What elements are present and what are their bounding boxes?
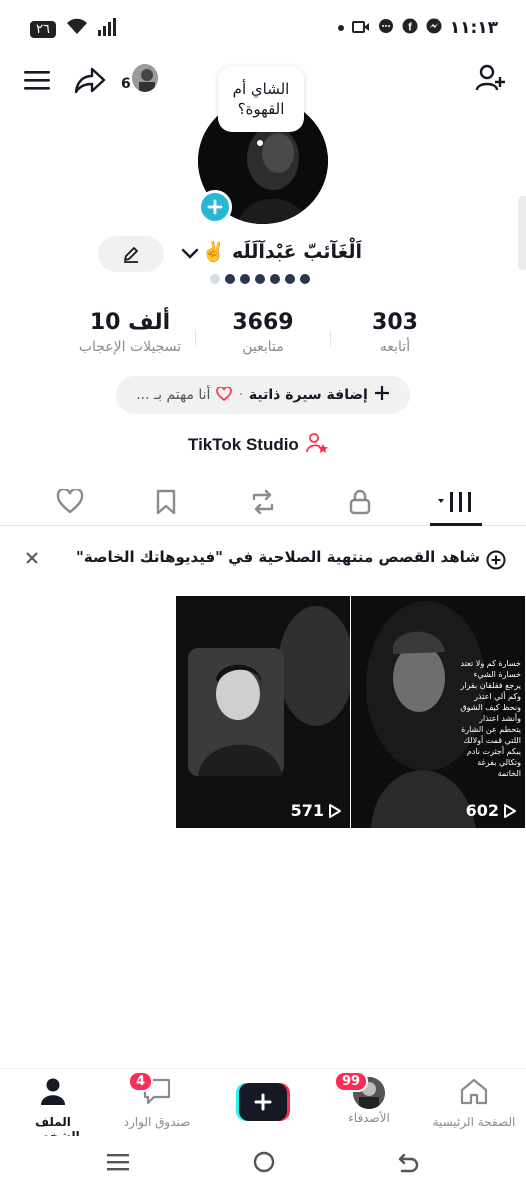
followers-label: متابعين xyxy=(242,339,284,355)
recents-icon xyxy=(107,1154,129,1171)
chat-bubble-icon xyxy=(378,18,394,38)
add-user-icon xyxy=(475,64,505,91)
bio-separator: · xyxy=(238,387,243,403)
username: اَلْغَآئبّ عَبْدآلَلَه ✌️ xyxy=(201,241,362,263)
views-counter: 571 xyxy=(291,801,342,820)
views-count: 602 xyxy=(465,801,499,820)
thought-bubble[interactable]: الشاي أم القهوة؟ xyxy=(218,66,304,132)
edge-handle[interactable] xyxy=(518,196,526,270)
svg-text:f: f xyxy=(408,22,412,34)
share-icon xyxy=(74,67,106,94)
following-count: 303 xyxy=(372,310,418,335)
stat-following[interactable]: 303 أتابعه xyxy=(340,310,450,355)
add-story-button[interactable] xyxy=(198,190,232,224)
system-navigation xyxy=(0,1136,526,1188)
add-circle-icon xyxy=(486,550,506,574)
messenger-icon xyxy=(426,18,442,38)
tab-reposts[interactable] xyxy=(243,484,283,520)
video-call-icon xyxy=(351,19,370,38)
username-decoration xyxy=(210,274,310,284)
play-outline-icon xyxy=(504,803,516,818)
views-count: 571 xyxy=(290,801,324,820)
video-thumbnail[interactable]: 571 xyxy=(176,596,350,828)
likes-count: 10 ألف xyxy=(89,310,171,335)
likes-label: تسجيلات الإعجاب xyxy=(78,339,182,355)
interests-label: أنا مهتم بـ ... xyxy=(136,387,211,403)
tab-liked[interactable] xyxy=(50,484,90,520)
nav-profile[interactable]: الملف الشخصي xyxy=(8,1077,98,1143)
close-icon xyxy=(26,552,38,564)
views-counter: 602 xyxy=(466,801,517,820)
circle-home-icon xyxy=(253,1151,275,1173)
heart-icon xyxy=(56,489,84,514)
studio-label: TikTok Studio xyxy=(188,435,299,454)
inbox-badge: 4 xyxy=(128,1071,154,1092)
battery-indicator: ٢٦ xyxy=(30,20,56,38)
studio-star-user-icon xyxy=(305,432,329,458)
expired-stories-banner[interactable]: شاهد القصص منتهية الصلاحية في "فيديوهاتك… xyxy=(0,528,526,590)
tab-favorites[interactable] xyxy=(146,484,186,520)
stat-followers[interactable]: 3669 متابعين xyxy=(205,310,321,355)
facebook-icon: f xyxy=(402,18,418,38)
bookmark-icon xyxy=(156,489,176,515)
status-bar: ٢٦ f ١١:١٣ xyxy=(0,0,526,56)
account-switch-button[interactable] xyxy=(178,244,202,264)
following-label: أتابعه xyxy=(379,339,411,355)
signal-icon xyxy=(97,18,120,40)
nav-home-label: الصفحة الرئيسية xyxy=(432,1115,516,1129)
bottom-navigation: الصفحة الرئيسية الأصدقاء 99 صندوق الوارد… xyxy=(0,1068,526,1143)
back-icon xyxy=(398,1153,419,1173)
nav-inbox[interactable]: صندوق الوارد xyxy=(112,1077,202,1129)
stat-likes[interactable]: 10 ألف تسجيلات الإعجاب xyxy=(60,310,200,355)
pencil-icon xyxy=(124,247,138,263)
divider xyxy=(330,330,331,346)
create-button[interactable] xyxy=(236,1083,290,1121)
notification-dot-icon xyxy=(337,25,344,31)
story-viewer-avatar[interactable] xyxy=(130,62,160,94)
plus-icon xyxy=(207,199,223,215)
tab-active-indicator xyxy=(430,523,482,526)
close-banner-button[interactable] xyxy=(22,548,42,568)
play-outline-icon xyxy=(329,803,341,818)
nav-home[interactable]: الصفحة الرئيسية xyxy=(429,1077,519,1129)
tab-private[interactable] xyxy=(340,484,380,520)
hamburger-icon xyxy=(24,71,50,90)
profile-tabs xyxy=(0,478,526,526)
plus-icon xyxy=(254,1093,272,1111)
nav-inbox-label: صندوق الوارد xyxy=(123,1115,191,1129)
menu-button[interactable] xyxy=(22,64,54,96)
heart-outline-icon xyxy=(216,385,233,405)
video-grid-icon xyxy=(438,492,471,512)
nav-friends-label: الأصدقاء xyxy=(348,1111,390,1125)
repost-icon xyxy=(252,489,274,515)
thought-bubble-tail xyxy=(257,140,263,146)
home-system-button[interactable] xyxy=(248,1148,280,1176)
tiktok-studio-link[interactable]: TikTok Studio xyxy=(188,432,329,458)
recent-apps-button[interactable] xyxy=(102,1148,134,1176)
followers-count: 3669 xyxy=(232,310,294,335)
banner-text: شاهد القصص منتهية الصلاحية في "فيديوهاتك… xyxy=(76,548,480,566)
back-button[interactable] xyxy=(392,1148,424,1176)
lock-icon xyxy=(349,489,371,515)
edit-profile-button[interactable] xyxy=(98,236,164,272)
add-friend-button[interactable] xyxy=(472,60,508,96)
bio-bar[interactable]: إضافة سيرة ذاتية · أنا مهتم بـ ... xyxy=(116,376,410,414)
friends-badge: 99 xyxy=(334,1071,369,1092)
home-icon xyxy=(460,1078,488,1105)
plus-icon xyxy=(374,385,390,405)
video-thumbnail[interactable]: خسارة كم ولا تعتد خسارة الشيء يرجع فقلقا… xyxy=(351,596,525,828)
profile-person-icon xyxy=(41,1078,65,1105)
wifi-icon xyxy=(66,18,88,40)
tab-videos[interactable] xyxy=(430,484,482,520)
share-button[interactable] xyxy=(72,62,108,98)
clock: ١١:١٣ xyxy=(449,18,498,38)
chevron-down-icon xyxy=(181,248,199,259)
poster-text: خسارة كم ولا تعتد خسارة الشيء يرجع فقلقا… xyxy=(460,659,521,778)
add-bio-label: إضافة سيرة ذاتية xyxy=(248,387,368,403)
